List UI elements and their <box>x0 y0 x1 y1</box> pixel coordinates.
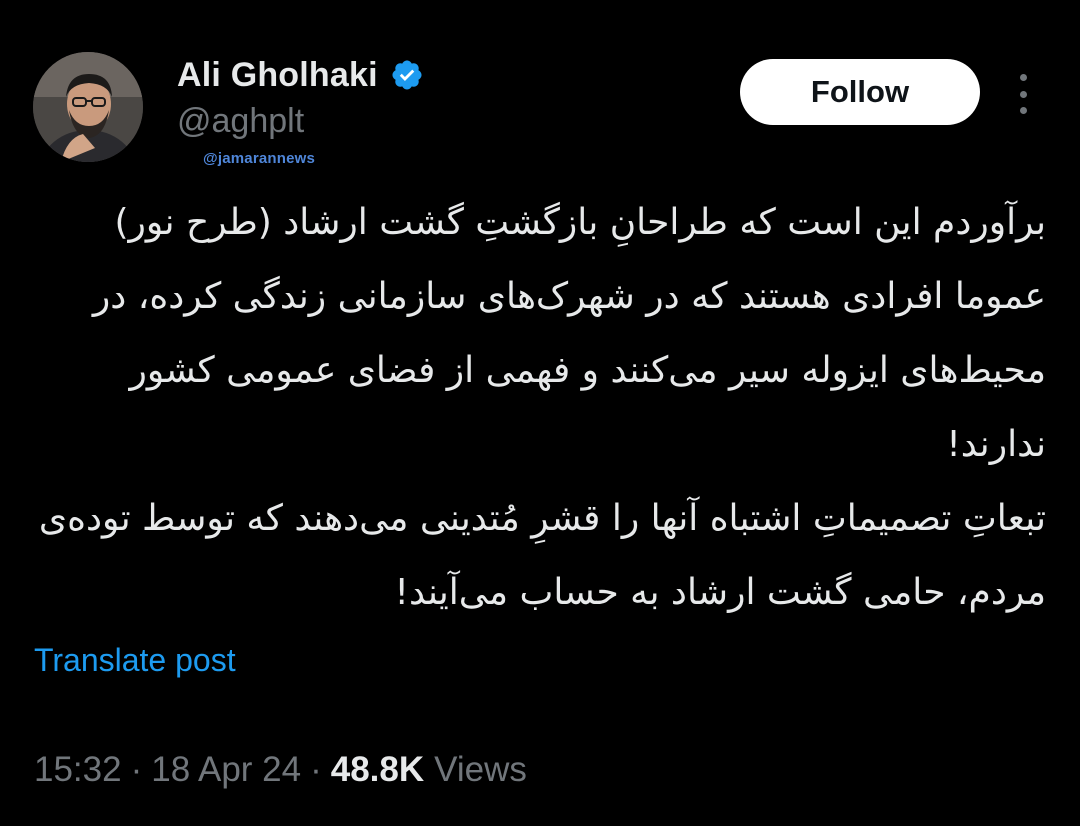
more-dot <box>1019 90 1027 98</box>
tweet-text: برآوردم این است که طراحانِ بازگشتِ گشت ا… <box>38 202 1046 613</box>
author-avatar[interactable] <box>33 52 143 162</box>
watermark: @jamarannews <box>203 150 316 167</box>
more-dot <box>1019 107 1027 114</box>
profile-photo <box>33 52 143 162</box>
author-display-name[interactable]: Ali Gholhaki <box>177 56 378 95</box>
more-dot <box>1019 74 1027 81</box>
views-count[interactable]: 48.8K <box>331 750 424 790</box>
tweet-date[interactable]: 18 Apr 24 <box>151 750 301 790</box>
tweet-meta: 15:32 · 18 Apr 24 · 48.8K Views <box>34 750 527 790</box>
tweet-time[interactable]: 15:32 <box>34 750 122 790</box>
more-vertical-icon[interactable] <box>1010 74 1036 114</box>
views-label: Views <box>434 750 527 789</box>
author-handle[interactable]: @aghplt <box>177 102 304 141</box>
verified-badge-icon[interactable] <box>390 58 424 92</box>
author-name-row: Ali Gholhaki <box>177 54 424 96</box>
meta-separator: · <box>310 750 322 789</box>
meta-separator: · <box>130 750 143 789</box>
follow-button[interactable]: Follow <box>740 59 980 125</box>
translate-post-link[interactable]: Translate post <box>34 642 236 679</box>
